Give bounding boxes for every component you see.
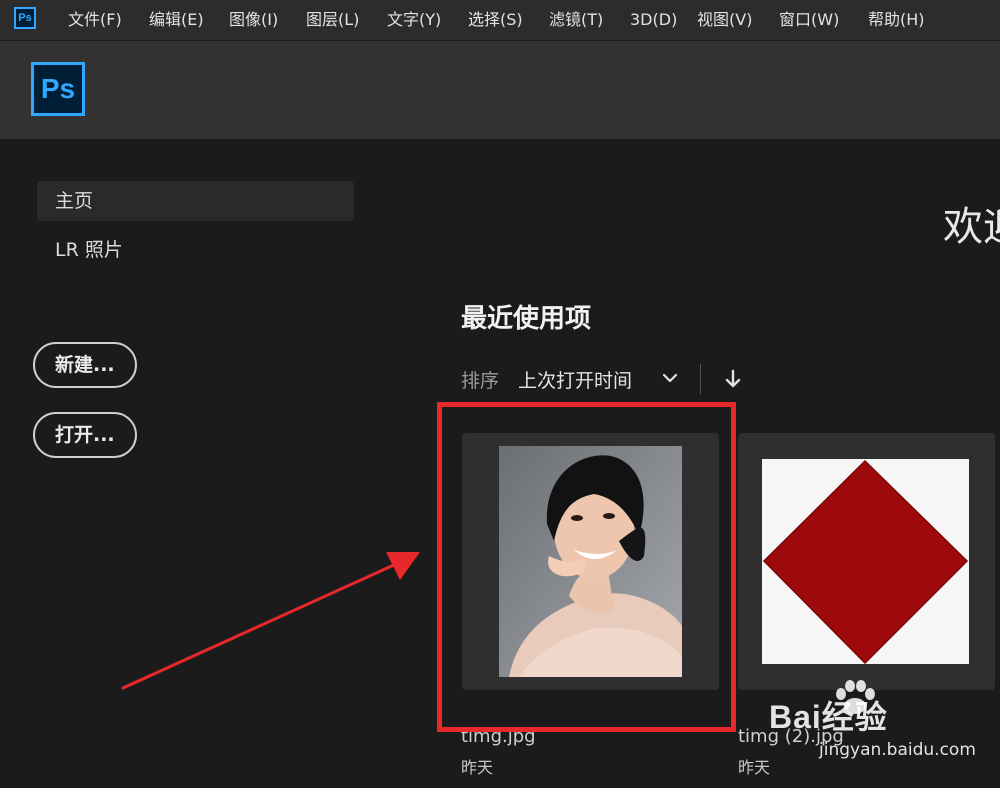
menu-file[interactable]: 文件(F) xyxy=(68,8,122,32)
recent-files-title: 最近使用项 xyxy=(461,304,592,334)
menu-3d[interactable]: 3D(D) xyxy=(630,8,677,32)
chevron-down-icon[interactable] xyxy=(660,368,680,388)
baidu-watermark: Bai经验 jingyan.baidu.com xyxy=(745,680,976,770)
menu-bar: Ps 文件(F) 编辑(E) 图像(I) 图层(L) 文字(Y) 选择(S) 滤… xyxy=(0,0,1000,41)
sort-divider xyxy=(700,364,701,394)
sort-label: 排序 xyxy=(461,370,500,392)
menu-select[interactable]: 选择(S) xyxy=(468,8,523,32)
welcome-heading: 欢迎 xyxy=(943,204,1000,250)
menu-layer[interactable]: 图层(L) xyxy=(306,8,359,32)
photoshop-app-icon[interactable]: Ps xyxy=(14,7,36,29)
watermark-logo-text: Bai经验 xyxy=(769,699,888,735)
sidebar-item-home[interactable]: 主页 xyxy=(37,181,354,221)
watermark-url: jingyan.baidu.com xyxy=(819,740,976,760)
open-button[interactable]: 打开... xyxy=(33,412,137,458)
home-header: Ps xyxy=(0,41,1000,140)
red-diamond-thumbnail xyxy=(762,459,969,665)
menu-type[interactable]: 文字(Y) xyxy=(387,8,441,32)
sidebar-item-lr-photos[interactable]: LR 照片 xyxy=(37,230,354,270)
menu-edit[interactable]: 编辑(E) xyxy=(149,8,204,32)
portrait-photo-thumbnail xyxy=(499,446,682,677)
menu-window[interactable]: 窗口(W) xyxy=(779,8,839,32)
menu-view[interactable]: 视图(V) xyxy=(697,8,752,32)
new-button[interactable]: 新建... xyxy=(33,342,137,388)
file-name[interactable]: timg.jpg xyxy=(461,726,536,747)
recent-file-card[interactable] xyxy=(738,433,995,690)
file-date: 昨天 xyxy=(461,758,494,777)
menu-image[interactable]: 图像(I) xyxy=(229,8,278,32)
recent-file-card[interactable] xyxy=(462,433,719,690)
sort-direction-arrow-icon[interactable] xyxy=(724,368,742,390)
menu-help[interactable]: 帮助(H) xyxy=(868,8,925,32)
photoshop-logo: Ps xyxy=(31,62,85,116)
sort-dropdown[interactable]: 上次打开时间 xyxy=(518,366,632,393)
menu-filter[interactable]: 滤镜(T) xyxy=(549,8,603,32)
